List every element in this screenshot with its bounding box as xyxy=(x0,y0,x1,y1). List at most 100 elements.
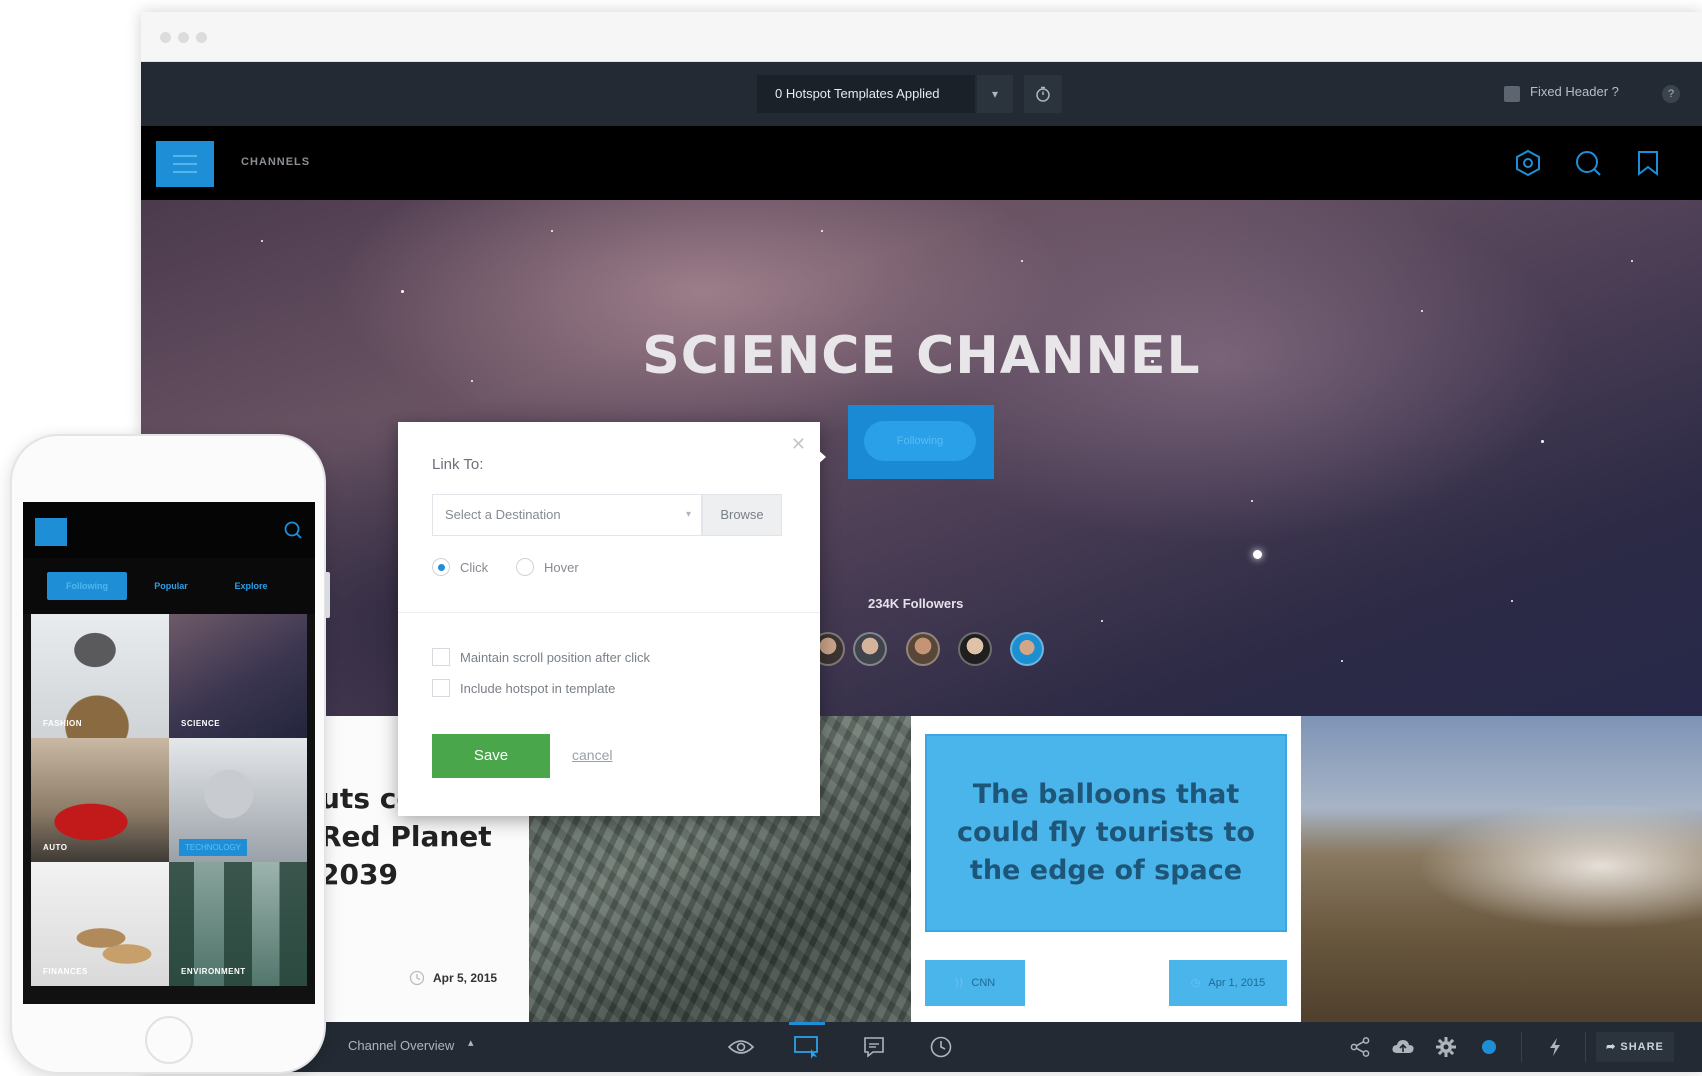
templates-dropdown-button[interactable]: ▾ xyxy=(977,75,1013,113)
channel-tile-environment[interactable]: ENVIRONMENT xyxy=(169,862,307,986)
news-date: Apr 1, 2015 xyxy=(1208,977,1266,989)
window-close-dot[interactable] xyxy=(160,32,171,43)
browser-window: 0 Hotspot Templates Applied ▾ Fixed Head… xyxy=(141,12,1702,1072)
share-label: SHARE xyxy=(1620,1041,1664,1053)
cloud-icon xyxy=(1392,1040,1414,1053)
close-icon[interactable]: ✕ xyxy=(791,434,806,455)
phone-nav-bar xyxy=(23,502,315,558)
chevron-up-icon[interactable]: ▴ xyxy=(468,1036,474,1049)
channel-tile-science[interactable]: SCIENCE xyxy=(169,614,307,738)
phone-tab-following[interactable]: Following xyxy=(47,572,127,600)
prototype-bottom-bar: Channel Overview ▴ ➦ SHARE xyxy=(141,1022,1702,1072)
eye-icon xyxy=(727,1040,755,1054)
volcano-image-card[interactable] xyxy=(1301,716,1702,1022)
hexagon-nav-button[interactable] xyxy=(1510,145,1546,181)
follow-button[interactable]: Following xyxy=(864,421,976,461)
browser-chrome xyxy=(141,12,1702,62)
tile-label: TECHNOLOGY xyxy=(179,839,248,856)
avatar[interactable] xyxy=(906,632,940,666)
settings-button[interactable] xyxy=(1431,1032,1461,1062)
tile-label: SCIENCE xyxy=(181,719,221,728)
trigger-click-radio[interactable]: Click xyxy=(432,558,488,576)
help-button[interactable]: ? xyxy=(1662,85,1680,103)
hamburger-line xyxy=(173,163,197,165)
modal-divider xyxy=(398,612,820,613)
hamburger-line xyxy=(173,155,197,157)
preview-mode-button[interactable] xyxy=(726,1032,756,1062)
active-mode-indicator xyxy=(789,1022,825,1025)
avatar[interactable] xyxy=(853,632,887,666)
comment-mode-button[interactable] xyxy=(859,1032,889,1062)
destination-select[interactable]: Select a Destination ▾ xyxy=(432,494,702,536)
news-source: CNN xyxy=(971,977,996,989)
follow-hotspot[interactable]: Following xyxy=(848,405,994,479)
destination-placeholder: Select a Destination xyxy=(445,507,561,522)
news-title: The balloons that could fly tourists to … xyxy=(957,779,1255,886)
followers-count: 234K Followers xyxy=(868,596,964,611)
news-card[interactable]: The balloons that could fly tourists to … xyxy=(911,716,1301,1022)
trigger-hover-radio[interactable]: Hover xyxy=(516,558,579,576)
phone-side-button xyxy=(325,572,330,618)
window-maximize-dot[interactable] xyxy=(196,32,207,43)
link-to-modal: ✕ Link To: Select a Destination ▾ Browse… xyxy=(398,422,820,816)
bookmark-icon xyxy=(1638,151,1658,177)
hamburger-line xyxy=(173,171,197,173)
user-status-button[interactable] xyxy=(1474,1032,1504,1062)
quick-action-button[interactable] xyxy=(1540,1032,1570,1062)
content-cards: uts co Red Planet 2039 Apr 5, 2015 The b… xyxy=(141,716,1702,1022)
hotspot-icon xyxy=(794,1036,818,1059)
history-mode-button[interactable] xyxy=(926,1032,956,1062)
history-icon xyxy=(930,1036,952,1058)
include-hotspot-label: Include hotspot in template xyxy=(460,680,616,696)
radio-selected-dot xyxy=(437,563,445,571)
phone-mockup: Following Popular Explore FASHION SCIENC… xyxy=(10,434,330,1074)
sync-button[interactable] xyxy=(1388,1032,1418,1062)
avatar[interactable] xyxy=(1010,632,1044,666)
phone-home-button[interactable] xyxy=(145,1016,193,1064)
build-mode-button[interactable] xyxy=(792,1032,822,1062)
maintain-scroll-checkbox[interactable] xyxy=(432,648,450,666)
include-hotspot-checkbox[interactable] xyxy=(432,679,450,697)
save-button[interactable]: Save xyxy=(432,734,550,778)
modal-pointer xyxy=(816,448,826,466)
channel-title: SCIENCE CHANNEL xyxy=(642,326,1201,386)
share-link-button[interactable] xyxy=(1345,1032,1375,1062)
tile-label: FASHION xyxy=(43,719,83,728)
channel-tile-auto[interactable]: AUTO xyxy=(31,738,169,862)
fixed-header-checkbox[interactable] xyxy=(1504,86,1520,102)
gear-icon xyxy=(1436,1037,1456,1057)
hotspot-templates-label[interactable]: 0 Hotspot Templates Applied xyxy=(757,75,975,113)
phone-tabs: Following Popular Explore xyxy=(23,558,315,614)
channel-tile-finances[interactable]: FINANCES xyxy=(31,862,169,986)
window-minimize-dot[interactable] xyxy=(178,32,189,43)
stage: 0 Hotspot Templates Applied ▾ Fixed Head… xyxy=(0,0,1702,1076)
phone-tab-explore[interactable]: Explore xyxy=(219,572,283,600)
radio-button[interactable] xyxy=(432,558,450,576)
channels-label[interactable]: CHANNELS xyxy=(241,156,310,168)
cancel-link[interactable]: cancel xyxy=(572,747,612,763)
search-nav-button[interactable] xyxy=(1570,145,1606,181)
timer-button[interactable] xyxy=(1024,75,1062,113)
news-date-badge: ◷ Apr 1, 2015 xyxy=(1169,960,1287,1006)
include-hotspot-option[interactable]: Include hotspot in template xyxy=(432,679,615,697)
bookmark-nav-button[interactable] xyxy=(1630,145,1666,181)
channel-tile-fashion[interactable]: FASHION xyxy=(31,614,169,738)
phone-tab-popular[interactable]: Popular xyxy=(139,572,203,600)
hexagon-icon xyxy=(1516,149,1540,177)
tile-label: AUTO xyxy=(43,843,68,852)
maintain-scroll-label: Maintain scroll position after click xyxy=(460,649,651,665)
toolbar-divider xyxy=(1585,1032,1586,1062)
channel-tile-technology[interactable]: TECHNOLOGY xyxy=(169,738,307,862)
menu-button[interactable] xyxy=(156,141,214,187)
phone-search-button[interactable] xyxy=(281,518,305,542)
prototype-toolbar: 0 Hotspot Templates Applied ▾ Fixed Head… xyxy=(141,62,1702,126)
maintain-scroll-option[interactable]: Maintain scroll position after click xyxy=(432,648,650,666)
screen-name-label[interactable]: Channel Overview xyxy=(348,1038,454,1053)
share-button[interactable]: ➦ SHARE xyxy=(1596,1032,1674,1062)
phone-menu-button[interactable] xyxy=(35,518,67,546)
avatar[interactable] xyxy=(958,632,992,666)
clock-icon xyxy=(409,970,425,986)
radio-button[interactable] xyxy=(516,558,534,576)
news-source-badge[interactable]: ⟩⟩ CNN xyxy=(925,960,1025,1006)
browse-button[interactable]: Browse xyxy=(702,494,782,536)
